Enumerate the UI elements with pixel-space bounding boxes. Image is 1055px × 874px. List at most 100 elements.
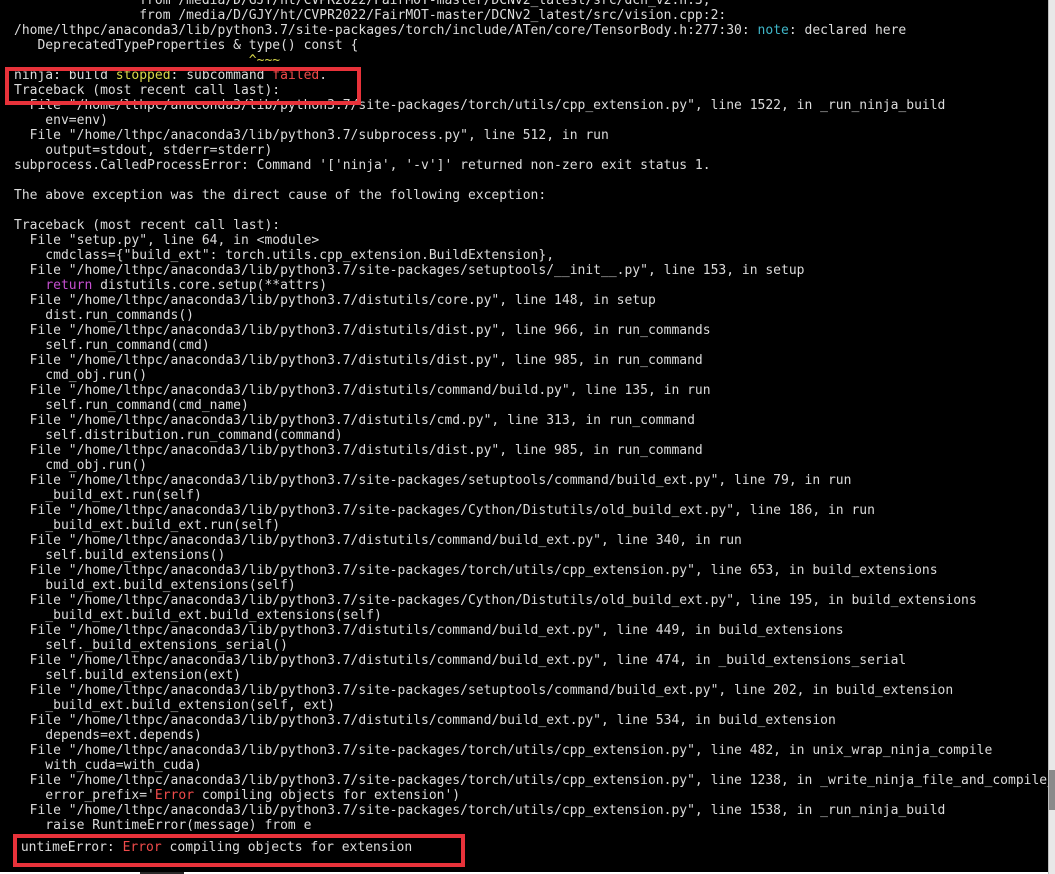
terminal-text-segment: File "/home/lthpc/anaconda3/lib/python3.… xyxy=(14,503,875,518)
terminal-text-segment: dist.run_commands() xyxy=(14,308,195,323)
terminal-text-segment: File "/home/lthpc/anaconda3/lib/python3.… xyxy=(14,803,946,818)
terminal-text-segment: self.run_command(cmd) xyxy=(14,338,210,353)
terminal-line: File "/home/lthpc/anaconda3/lib/python3.… xyxy=(14,263,805,278)
terminal-text-segment: File "/home/lthpc/anaconda3/lib/python3.… xyxy=(14,713,836,728)
highlight-box-runtime-error xyxy=(13,834,465,867)
terminal-line: build_ext.build_extensions(self) xyxy=(14,578,296,593)
terminal-line: File "/home/lthpc/anaconda3/lib/python3.… xyxy=(14,563,938,578)
terminal-line: File "/home/lthpc/anaconda3/lib/python3.… xyxy=(14,293,656,308)
terminal-text-segment: File "/home/lthpc/anaconda3/lib/python3.… xyxy=(14,743,993,758)
terminal-text-segment: _build_ext.build_ext.run(self) xyxy=(14,518,281,533)
terminal-line: raise RuntimeError(message) from e xyxy=(14,818,311,833)
terminal-output[interactable]: from /media/D/GJY/ht/CVPR2022/FairMOT-ma… xyxy=(0,0,1048,872)
terminal-text-segment: File "/home/lthpc/anaconda3/lib/python3.… xyxy=(14,263,805,278)
terminal-text-segment: File "/home/lthpc/anaconda3/lib/python3.… xyxy=(14,128,609,143)
terminal-line: cmdclass={"build_ext": torch.utils.cpp_e… xyxy=(14,248,554,263)
terminal-line: self.distribution.run_command(command) xyxy=(14,428,343,443)
terminal-text-segment: _build_ext.build_extension(self, ext) xyxy=(14,698,335,713)
terminal-text-segment: self.build_extension(ext) xyxy=(14,668,241,683)
terminal-line: File "/home/lthpc/anaconda3/lib/python3.… xyxy=(14,443,703,458)
vertical-scrollbar[interactable] xyxy=(1048,0,1055,874)
terminal-text-segment: _build_ext.run(self) xyxy=(14,488,202,503)
highlight-box-ninja-failed xyxy=(5,67,361,105)
terminal-text-segment: self.build_extensions() xyxy=(14,548,226,563)
terminal-text-segment: note xyxy=(757,23,789,38)
terminal-text-segment: File "/home/lthpc/anaconda3/lib/python3.… xyxy=(14,383,711,398)
terminal-line: /home/lthpc/anaconda3/lib/python3.7/site… xyxy=(14,23,906,38)
terminal-text-segment: File "/home/lthpc/anaconda3/lib/python3.… xyxy=(14,683,954,698)
terminal-line: self._build_extensions_serial() xyxy=(14,638,288,653)
terminal-text-segment: DeprecatedTypeProperties & type() const … xyxy=(14,38,359,53)
terminal-line: File "/home/lthpc/anaconda3/lib/python3.… xyxy=(14,413,695,428)
terminal-text-segment: : declared here xyxy=(788,23,907,38)
terminal-line: _build_ext.build_ext.build_extensions(se… xyxy=(14,608,382,623)
scrollbar-thumb[interactable] xyxy=(1049,770,1055,810)
terminal-text-segment: compiling objects for extension') xyxy=(194,788,461,803)
terminal-text-segment: with_cuda=with_cuda) xyxy=(14,758,202,773)
terminal-line: self.build_extensions() xyxy=(14,548,225,563)
terminal-text-segment: File "/home/lthpc/anaconda3/lib/python3.… xyxy=(14,353,703,368)
terminal-text-segment: Traceback (most recent call last): xyxy=(14,218,281,233)
terminal-line: _build_ext.build_extension(self, ext) xyxy=(14,698,335,713)
terminal-text-segment: cmd_obj.run() xyxy=(14,458,148,473)
terminal-text-segment: from /media/D/GJY/ht/CVPR2022/FairMOT-ma… xyxy=(14,0,711,8)
terminal-line: dist.run_commands() xyxy=(14,308,194,323)
terminal-text-segment: _build_ext.build_ext.build_extensions(se… xyxy=(14,608,382,623)
terminal-line: File "/home/lthpc/anaconda3/lib/python3.… xyxy=(14,473,852,488)
terminal-text-segment: ^~~~ xyxy=(14,53,281,68)
terminal-line: File "/home/lthpc/anaconda3/lib/python3.… xyxy=(14,323,711,338)
terminal-line: File "/home/lthpc/anaconda3/lib/python3.… xyxy=(14,773,1048,788)
terminal-text-segment: return xyxy=(45,278,93,293)
terminal-line: File "/home/lthpc/anaconda3/lib/python3.… xyxy=(14,503,875,518)
terminal-text-segment: File "setup.py", line 64, in <module> xyxy=(14,233,320,248)
terminal-line: from /media/D/GJY/ht/CVPR2022/FairMOT-ma… xyxy=(14,8,726,23)
terminal-line: File "/home/lthpc/anaconda3/lib/python3.… xyxy=(14,623,844,638)
terminal-text-segment: File "/home/lthpc/anaconda3/lib/python3.… xyxy=(14,653,907,668)
terminal-text-segment: cmd_obj.run() xyxy=(14,368,148,383)
terminal-line: File "/home/lthpc/anaconda3/lib/python3.… xyxy=(14,683,954,698)
terminal-text-segment: The above exception was the direct cause… xyxy=(14,188,547,203)
terminal-text-segment: raise RuntimeError(message) from e xyxy=(14,818,312,833)
terminal-text-segment: env=env) xyxy=(14,113,108,128)
terminal-line: _build_ext.build_ext.run(self) xyxy=(14,518,280,533)
terminal-text-segment: build_ext.build_extensions(self) xyxy=(14,578,296,593)
terminal-text-segment: File "/home/lthpc/anaconda3/lib/python3.… xyxy=(14,593,977,608)
terminal-line: File "/home/lthpc/anaconda3/lib/python3.… xyxy=(14,803,946,818)
terminal-line: File "/home/lthpc/anaconda3/lib/python3.… xyxy=(14,533,742,548)
terminal-line: File "/home/lthpc/anaconda3/lib/python3.… xyxy=(14,713,836,728)
terminal-line: self.run_command(cmd_name) xyxy=(14,398,249,413)
terminal-text-segment: File "/home/lthpc/anaconda3/lib/python3.… xyxy=(14,323,711,338)
terminal-text-segment: File "/home/lthpc/anaconda3/lib/python3.… xyxy=(14,563,938,578)
terminal-text-segment: File "/home/lthpc/anaconda3/lib/python3.… xyxy=(14,293,656,308)
terminal-text-segment: self.distribution.run_command(command) xyxy=(14,428,343,443)
terminal-text-segment: File "/home/lthpc/anaconda3/lib/python3.… xyxy=(14,773,1048,788)
terminal-text-segment: File "/home/lthpc/anaconda3/lib/python3.… xyxy=(14,473,852,488)
terminal-line: with_cuda=with_cuda) xyxy=(14,758,202,773)
terminal-text-segment: error_prefix=' xyxy=(14,788,155,803)
terminal-line: File "/home/lthpc/anaconda3/lib/python3.… xyxy=(14,743,993,758)
terminal-line: _build_ext.run(self) xyxy=(14,488,202,503)
terminal-text-segment: depends=ext.depends) xyxy=(14,728,202,743)
terminal-line: File "/home/lthpc/anaconda3/lib/python3.… xyxy=(14,653,907,668)
terminal-line: DeprecatedTypeProperties & type() const … xyxy=(14,38,358,53)
terminal-text-segment: cmdclass={"build_ext": torch.utils.cpp_e… xyxy=(14,248,555,263)
terminal-text-segment: File "/home/lthpc/anaconda3/lib/python3.… xyxy=(14,413,695,428)
terminal-text-segment: self._build_extensions_serial() xyxy=(14,638,288,653)
terminal-line: ^~~~ xyxy=(14,53,280,68)
terminal-line: Traceback (most recent call last): xyxy=(14,218,280,233)
terminal-line: output=stdout, stderr=stderr) xyxy=(14,143,272,158)
terminal-line: File "/home/lthpc/anaconda3/lib/python3.… xyxy=(14,353,703,368)
terminal-text-segment: output=stdout, stderr=stderr) xyxy=(14,143,273,158)
terminal-text-segment: File "/home/lthpc/anaconda3/lib/python3.… xyxy=(14,443,703,458)
terminal-text-segment: subprocess.CalledProcessError: Command '… xyxy=(14,158,711,173)
terminal-line: error_prefix='Error compiling objects fo… xyxy=(14,788,460,803)
terminal-line: self.build_extension(ext) xyxy=(14,668,241,683)
terminal-line: from /media/D/GJY/ht/CVPR2022/FairMOT-ma… xyxy=(14,0,711,8)
terminal-line: The above exception was the direct cause… xyxy=(14,188,546,203)
terminal-line: File "/home/lthpc/anaconda3/lib/python3.… xyxy=(14,383,711,398)
terminal-line: cmd_obj.run() xyxy=(14,458,147,473)
terminal-line: File "/home/lthpc/anaconda3/lib/python3.… xyxy=(14,128,609,143)
terminal-text-segment: from /media/D/GJY/ht/CVPR2022/FairMOT-ma… xyxy=(14,8,727,23)
terminal-line: depends=ext.depends) xyxy=(14,728,202,743)
